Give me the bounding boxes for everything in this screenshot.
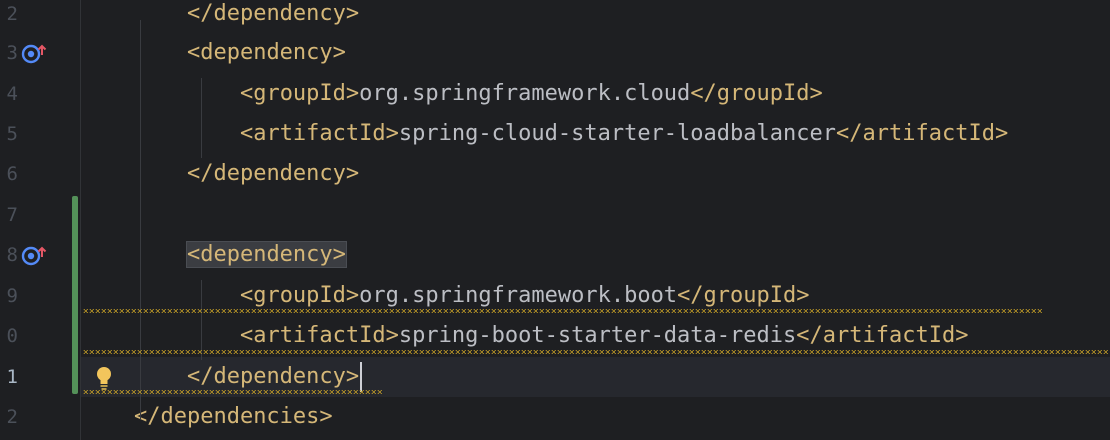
code-line[interactable]: <groupId>org.springframework.cloud</grou… (81, 74, 1110, 114)
code-editor[interactable]: 23456789012 </dependency> <dependency> <… (0, 0, 1110, 440)
xml-text[interactable]: spring-boot-starter-data-redis (399, 323, 796, 348)
code-line[interactable]: <dependency> (81, 33, 1110, 73)
lightbulb-icon[interactable] (93, 365, 115, 391)
line-number[interactable]: 2 (0, 0, 18, 34)
matched-tag[interactable]: <dependency> (185, 241, 347, 268)
implements-override-icon[interactable] (20, 245, 54, 267)
line-number[interactable]: 8 (0, 235, 18, 275)
vcs-change-marker[interactable] (72, 196, 78, 394)
indent-guide (140, 20, 141, 420)
xml-tag[interactable]: </groupId> (677, 283, 809, 308)
warning-squiggle (83, 350, 1108, 354)
line-number[interactable]: 7 (0, 195, 18, 235)
xml-text[interactable]: org.springframework.boot (359, 283, 677, 308)
line-number[interactable]: 5 (0, 114, 18, 154)
code-line[interactable]: </dependency> (81, 154, 1110, 194)
xml-tag[interactable]: <dependency> (187, 40, 346, 65)
indent-guide (201, 78, 202, 158)
code-line[interactable]: </dependencies> (81, 397, 1110, 437)
line-number[interactable]: 4 (0, 74, 18, 114)
line-number[interactable]: 1 (0, 357, 18, 397)
xml-tag[interactable]: </dependency> (187, 161, 359, 186)
warning-squiggle (83, 390, 383, 394)
xml-tag[interactable]: </dependency> (187, 364, 359, 389)
line-number[interactable]: 2 (0, 397, 18, 437)
xml-tag[interactable]: </artifactId> (836, 121, 1008, 146)
xml-text[interactable]: org.springframework.cloud (359, 81, 690, 106)
code-area[interactable]: </dependency> <dependency> <groupId>org.… (81, 0, 1110, 440)
line-number[interactable]: 3 (0, 33, 18, 73)
line-number[interactable]: 9 (0, 276, 18, 316)
line-number[interactable]: 6 (0, 154, 18, 194)
xml-tag[interactable]: </dependency> (187, 1, 359, 26)
code-line[interactable]: <dependency> (81, 235, 1110, 275)
xml-tag[interactable]: </artifactId> (796, 323, 968, 348)
code-line[interactable]: <artifactId>spring-cloud-starter-loadbal… (81, 114, 1110, 154)
indent-guide (201, 280, 202, 360)
xml-tag[interactable]: <artifactId> (240, 121, 399, 146)
implements-override-icon[interactable] (20, 43, 54, 65)
code-line[interactable]: </dependency> (81, 0, 1110, 34)
xml-tag[interactable]: <artifactId> (240, 323, 399, 348)
text-caret (360, 362, 363, 392)
editor-gutter[interactable]: 23456789012 (0, 0, 81, 440)
code-line[interactable] (81, 195, 1110, 235)
xml-tag[interactable]: </dependencies> (134, 404, 333, 429)
xml-text[interactable]: spring-cloud-starter-loadbalancer (399, 121, 836, 146)
xml-tag[interactable]: <groupId> (240, 283, 359, 308)
xml-tag[interactable]: <groupId> (240, 81, 359, 106)
xml-tag[interactable]: </groupId> (690, 81, 822, 106)
warning-squiggle (83, 309, 1043, 313)
line-number[interactable]: 0 (0, 316, 18, 356)
